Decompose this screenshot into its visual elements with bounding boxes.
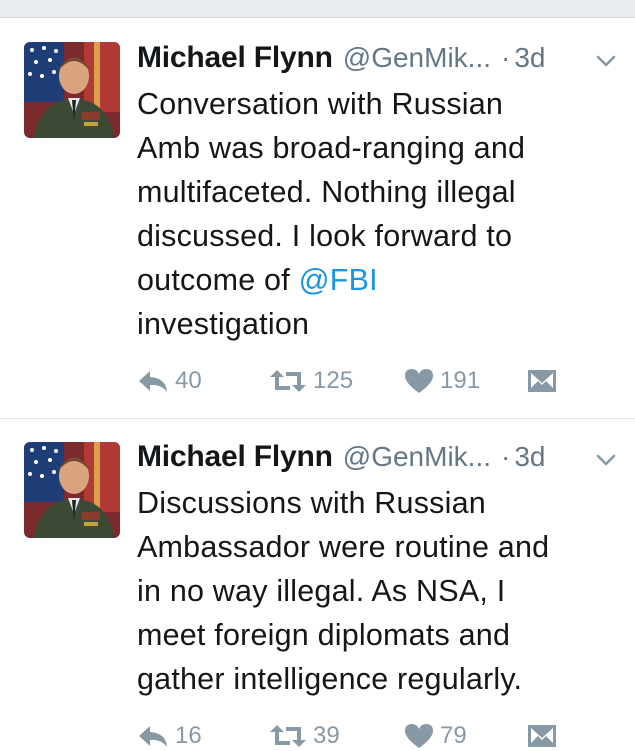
retweet-count: 125	[313, 367, 354, 394]
tweet-text-line: Ambassador were routine and	[137, 530, 550, 564]
reply-count: 40	[175, 367, 202, 394]
mention-link[interactable]: @FBI	[299, 263, 378, 297]
like-icon	[404, 723, 434, 749]
retweet-icon	[269, 368, 307, 394]
direct-message-icon	[527, 369, 557, 393]
like-button[interactable]: 191	[404, 366, 480, 396]
tweet[interactable]: Michael Flynn @GenMik... · 3d Discussion…	[0, 419, 635, 749]
avatar-image	[24, 442, 120, 538]
like-count: 191	[440, 367, 481, 394]
retweet-icon	[269, 723, 307, 749]
author-handle[interactable]: @GenMik...	[343, 441, 491, 473]
reply-button[interactable]: 16	[137, 721, 202, 751]
separator: ·	[501, 42, 511, 73]
reply-button[interactable]: 40	[137, 366, 202, 396]
chevron-down-icon[interactable]	[595, 449, 617, 471]
timestamp[interactable]: 3d	[514, 441, 545, 473]
chevron-down-icon[interactable]	[595, 50, 617, 72]
direct-message-button[interactable]	[527, 366, 557, 396]
tweet[interactable]: Michael Flynn @GenMik... · 3d Conversati…	[0, 0, 635, 418]
tweet-text: Conversation with Russian Amb was broad-…	[137, 82, 627, 346]
tweet-text-line: Conversation with Russian	[137, 87, 504, 121]
separator: ·	[501, 441, 511, 472]
tweet-text-line: investigation	[137, 307, 310, 341]
tweet-text-line: gather intelligence regularly.	[137, 662, 523, 696]
timestamp[interactable]: 3d	[514, 42, 545, 74]
retweet-button[interactable]: 125	[269, 366, 353, 396]
tweet-actions: 40 125 191	[137, 366, 617, 396]
tweet-text-line: meet foreign diplomats and	[137, 618, 511, 652]
tweet-actions: 16 39 79	[137, 721, 617, 751]
reply-icon	[137, 723, 169, 749]
like-icon	[404, 368, 434, 394]
tweet-header: Michael Flynn @GenMik... · 3d	[137, 41, 546, 77]
direct-message-icon	[527, 724, 557, 748]
avatar[interactable]	[24, 42, 120, 138]
avatar[interactable]	[24, 442, 120, 538]
tweet-text-line: multifaceted. Nothing illegal	[137, 175, 516, 209]
reply-count: 16	[175, 722, 202, 749]
retweet-count: 39	[313, 722, 340, 749]
author-name[interactable]: Michael Flynn	[137, 440, 333, 474]
reply-icon	[137, 368, 169, 394]
tweet-text-line: Discussions with Russian	[137, 486, 486, 520]
author-handle[interactable]: @GenMik...	[343, 42, 491, 74]
like-button[interactable]: 79	[404, 721, 467, 751]
like-count: 79	[440, 722, 467, 749]
retweet-button[interactable]: 39	[269, 721, 340, 751]
tweet-text-line: outcome of @FBI	[137, 258, 627, 302]
avatar-image	[24, 42, 120, 138]
author-name[interactable]: Michael Flynn	[137, 41, 333, 75]
tweet-header: Michael Flynn @GenMik... · 3d	[137, 440, 546, 476]
tweet-text-line: discussed. I look forward to	[137, 219, 513, 253]
tweet-text-line: Amb was broad-ranging and	[137, 131, 526, 165]
tweet-text: Discussions with Russian Ambassador were…	[137, 481, 627, 701]
tweet-text-segment: outcome of	[137, 263, 299, 297]
direct-message-button[interactable]	[527, 721, 557, 751]
tweet-text-line: in no way illegal. As NSA, I	[137, 574, 506, 608]
